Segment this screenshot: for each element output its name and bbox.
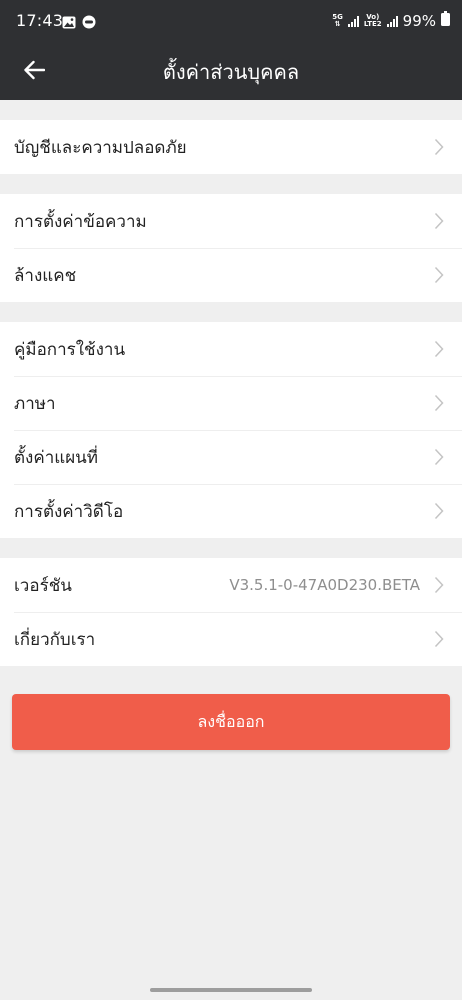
signal-2-icon bbox=[386, 15, 398, 27]
status-bar: 17:43 5G ⇅ Vo) LTE2 99% bbox=[0, 0, 462, 44]
status-time: 17:43 bbox=[16, 11, 64, 30]
chevron-right-icon bbox=[434, 212, 446, 230]
settings-list: บัญชีและความปลอดภัย การตั้งค่าข้อความ ล้… bbox=[0, 100, 462, 666]
settings-row-label: บัญชีและความปลอดภัย bbox=[14, 137, 187, 158]
settings-row-clear-cache[interactable]: ล้างแคช bbox=[0, 248, 462, 302]
settings-group-messages: การตั้งค่าข้อความ ล้างแคช bbox=[0, 194, 462, 302]
logout-button[interactable]: ลงชื่อออก bbox=[12, 694, 450, 750]
network-5g-icon: 5G ⇅ bbox=[332, 12, 343, 28]
settings-row-account-security[interactable]: บัญชีและความปลอดภัย bbox=[0, 120, 462, 174]
chevron-right-icon bbox=[434, 394, 446, 412]
settings-row-user-guide[interactable]: คู่มือการใช้งาน bbox=[0, 322, 462, 376]
settings-row-video-settings[interactable]: การตั้งค่าวิดีโอ bbox=[0, 484, 462, 538]
settings-group-general: คู่มือการใช้งาน ภาษา ตั้งค่าแผนที่ การตั… bbox=[0, 322, 462, 538]
group-gap bbox=[0, 100, 462, 120]
chevron-right-icon bbox=[434, 630, 446, 648]
battery-percent: 99% bbox=[402, 11, 436, 30]
settings-group-about: เวอร์ชัน V3.5.1-0-47A0D230.BETA เกี่ยวกั… bbox=[0, 558, 462, 666]
chevron-right-icon bbox=[434, 502, 446, 520]
settings-row-label: ภาษา bbox=[14, 393, 56, 414]
chevron-right-icon bbox=[434, 576, 446, 594]
home-indicator[interactable] bbox=[150, 988, 312, 992]
settings-group-account: บัญชีและความปลอดภัย bbox=[0, 120, 462, 174]
group-gap bbox=[0, 302, 462, 322]
settings-row-language[interactable]: ภาษา bbox=[0, 376, 462, 430]
settings-row-about-us[interactable]: เกี่ยวกับเรา bbox=[0, 612, 462, 666]
settings-row-label: การตั้งค่าวิดีโอ bbox=[14, 501, 124, 522]
version-value: V3.5.1-0-47A0D230.BETA bbox=[229, 576, 420, 594]
gallery-icon bbox=[62, 14, 76, 33]
settings-row-label: ล้างแคช bbox=[14, 265, 77, 286]
group-gap bbox=[0, 174, 462, 194]
settings-row-label: การตั้งค่าข้อความ bbox=[14, 211, 147, 232]
settings-row-label: เวอร์ชัน bbox=[14, 575, 72, 596]
settings-row-label: คู่มือการใช้งาน bbox=[14, 339, 126, 360]
settings-row-map-settings[interactable]: ตั้งค่าแผนที่ bbox=[0, 430, 462, 484]
battery-icon bbox=[441, 11, 450, 30]
settings-row-version[interactable]: เวอร์ชัน V3.5.1-0-47A0D230.BETA bbox=[0, 558, 462, 612]
group-gap bbox=[0, 538, 462, 558]
settings-row-label: เกี่ยวกับเรา bbox=[14, 629, 96, 650]
settings-row-label: ตั้งค่าแผนที่ bbox=[14, 447, 99, 468]
notification-icons bbox=[62, 14, 96, 33]
app-header: ตั้งค่าส่วนบุคคล bbox=[0, 44, 462, 100]
chevron-right-icon bbox=[434, 448, 446, 466]
chevron-right-icon bbox=[434, 340, 446, 358]
chevron-right-icon bbox=[434, 266, 446, 284]
chat-app-icon bbox=[82, 14, 96, 33]
page-title: ตั้งค่าส่วนบุคคล bbox=[162, 60, 300, 84]
volte-icon: Vo) LTE2 bbox=[363, 12, 382, 28]
signal-1-icon bbox=[347, 15, 359, 27]
status-right: 5G ⇅ Vo) LTE2 99% bbox=[332, 11, 450, 30]
chevron-right-icon bbox=[434, 138, 446, 156]
settings-row-message-settings[interactable]: การตั้งค่าข้อความ bbox=[0, 194, 462, 248]
